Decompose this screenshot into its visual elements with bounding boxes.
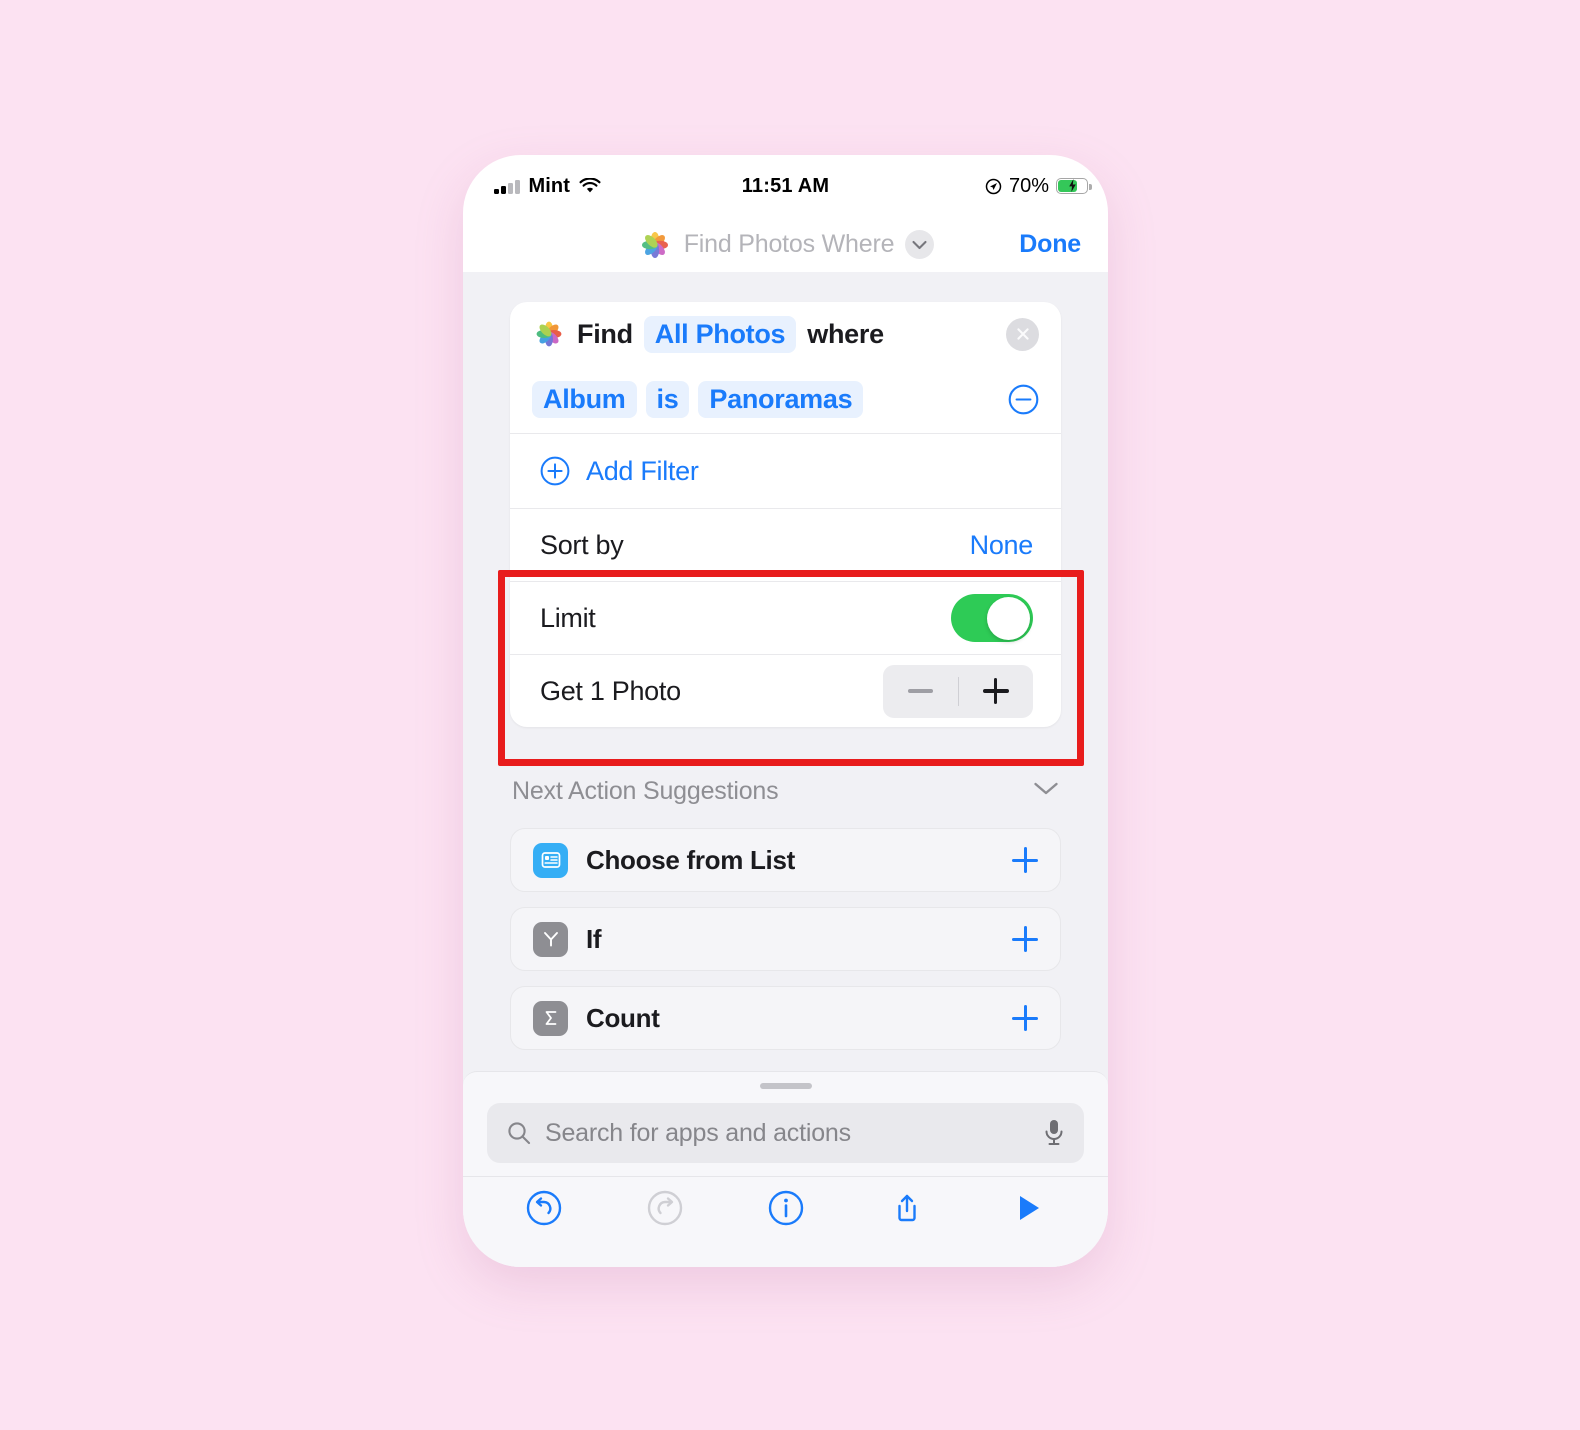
sort-by-label: Sort by xyxy=(540,529,624,560)
content-area: Find All Photos where Album is Panoramas xyxy=(463,272,1108,1267)
share-button[interactable] xyxy=(884,1185,930,1231)
chevron-down-icon[interactable] xyxy=(905,230,935,259)
limit-toggle[interactable] xyxy=(951,594,1033,642)
suggestion-count[interactable]: Count xyxy=(510,986,1061,1050)
search-input[interactable]: Search for apps and actions xyxy=(545,1119,1043,1148)
suggestion-label: If xyxy=(586,923,602,954)
bottom-toolbar xyxy=(463,1176,1108,1239)
suggestion-choose-from-list[interactable]: Choose from List xyxy=(510,828,1061,892)
search-icon xyxy=(506,1120,532,1146)
plus-circle-icon xyxy=(540,456,570,486)
sort-by-value[interactable]: None xyxy=(970,530,1034,561)
redo-button[interactable] xyxy=(642,1185,688,1231)
chevron-down-icon[interactable] xyxy=(1033,781,1059,801)
minus-icon xyxy=(908,689,933,693)
stepper-decrement-button[interactable] xyxy=(883,665,958,718)
filter-attribute-token[interactable]: Album xyxy=(532,381,637,418)
find-keyword-label: Find xyxy=(577,318,633,349)
stepper-divider xyxy=(958,676,959,706)
status-bar-right: 70% xyxy=(985,174,1092,198)
filter-value-token[interactable]: Panoramas xyxy=(698,381,864,418)
get-count-label: Get 1 Photo xyxy=(540,675,681,706)
sheet-grabber[interactable] xyxy=(759,1083,812,1089)
photos-app-icon xyxy=(637,227,673,263)
if-branch-icon xyxy=(533,921,568,957)
plus-icon xyxy=(982,678,1009,704)
limit-label: Limit xyxy=(540,602,596,633)
find-row[interactable]: Find All Photos where xyxy=(510,302,1061,366)
suggestions-list: Choose from List If Count xyxy=(510,828,1061,1065)
plus-icon[interactable] xyxy=(1012,847,1038,873)
photos-app-icon xyxy=(532,317,566,351)
phone-frame: Mint 11:51 AM 70% Find Photos Where Done… xyxy=(463,155,1108,1267)
bottom-sheet: Search for apps and actions xyxy=(463,1071,1108,1267)
minus-circle-icon[interactable] xyxy=(1008,384,1039,415)
nav-title-group[interactable]: Find Photos Where xyxy=(637,227,935,263)
suggestion-label: Choose from List xyxy=(586,844,795,875)
status-bar: Mint 11:51 AM 70% xyxy=(463,155,1108,217)
close-circle-icon[interactable] xyxy=(1006,317,1039,351)
stepper-increment-button[interactable] xyxy=(958,665,1033,718)
undo-button[interactable] xyxy=(521,1185,567,1231)
add-filter-label: Add Filter xyxy=(586,455,699,486)
microphone-icon[interactable] xyxy=(1043,1118,1065,1148)
plus-icon[interactable] xyxy=(1012,926,1038,952)
plus-icon[interactable] xyxy=(1012,1005,1038,1031)
limit-row[interactable]: Limit xyxy=(510,582,1061,654)
count-sigma-icon xyxy=(533,1000,568,1036)
battery-charging-icon xyxy=(1056,178,1092,194)
navigation-bar: Find Photos Where Done xyxy=(463,217,1108,273)
search-bar[interactable]: Search for apps and actions xyxy=(487,1103,1084,1163)
toggle-knob xyxy=(987,596,1030,640)
where-keyword-label: where xyxy=(807,318,884,349)
nav-title: Find Photos Where xyxy=(683,230,895,258)
suggestion-label: Count xyxy=(586,1002,660,1033)
suggestions-title: Next Action Suggestions xyxy=(512,776,779,805)
run-button[interactable] xyxy=(1005,1185,1051,1231)
location-arrow-icon xyxy=(985,178,1002,195)
choose-from-list-icon xyxy=(533,842,568,878)
done-button[interactable]: Done xyxy=(1019,230,1081,259)
next-action-suggestions-header[interactable]: Next Action Suggestions xyxy=(512,768,1059,814)
add-filter-row[interactable]: Add Filter xyxy=(510,434,1061,508)
sort-by-row[interactable]: Sort by None xyxy=(510,509,1061,581)
scope-token[interactable]: All Photos xyxy=(643,315,797,353)
info-button[interactable] xyxy=(763,1185,809,1231)
count-stepper[interactable] xyxy=(883,664,1033,718)
find-photos-action-card: Find All Photos where Album is Panoramas xyxy=(510,302,1061,727)
get-count-row[interactable]: Get 1 Photo xyxy=(510,655,1061,727)
filter-row[interactable]: Album is Panoramas xyxy=(510,366,1061,433)
battery-percent-label: 70% xyxy=(1008,174,1049,197)
suggestion-if[interactable]: If xyxy=(510,907,1061,971)
filter-operator-token[interactable]: is xyxy=(645,381,690,418)
